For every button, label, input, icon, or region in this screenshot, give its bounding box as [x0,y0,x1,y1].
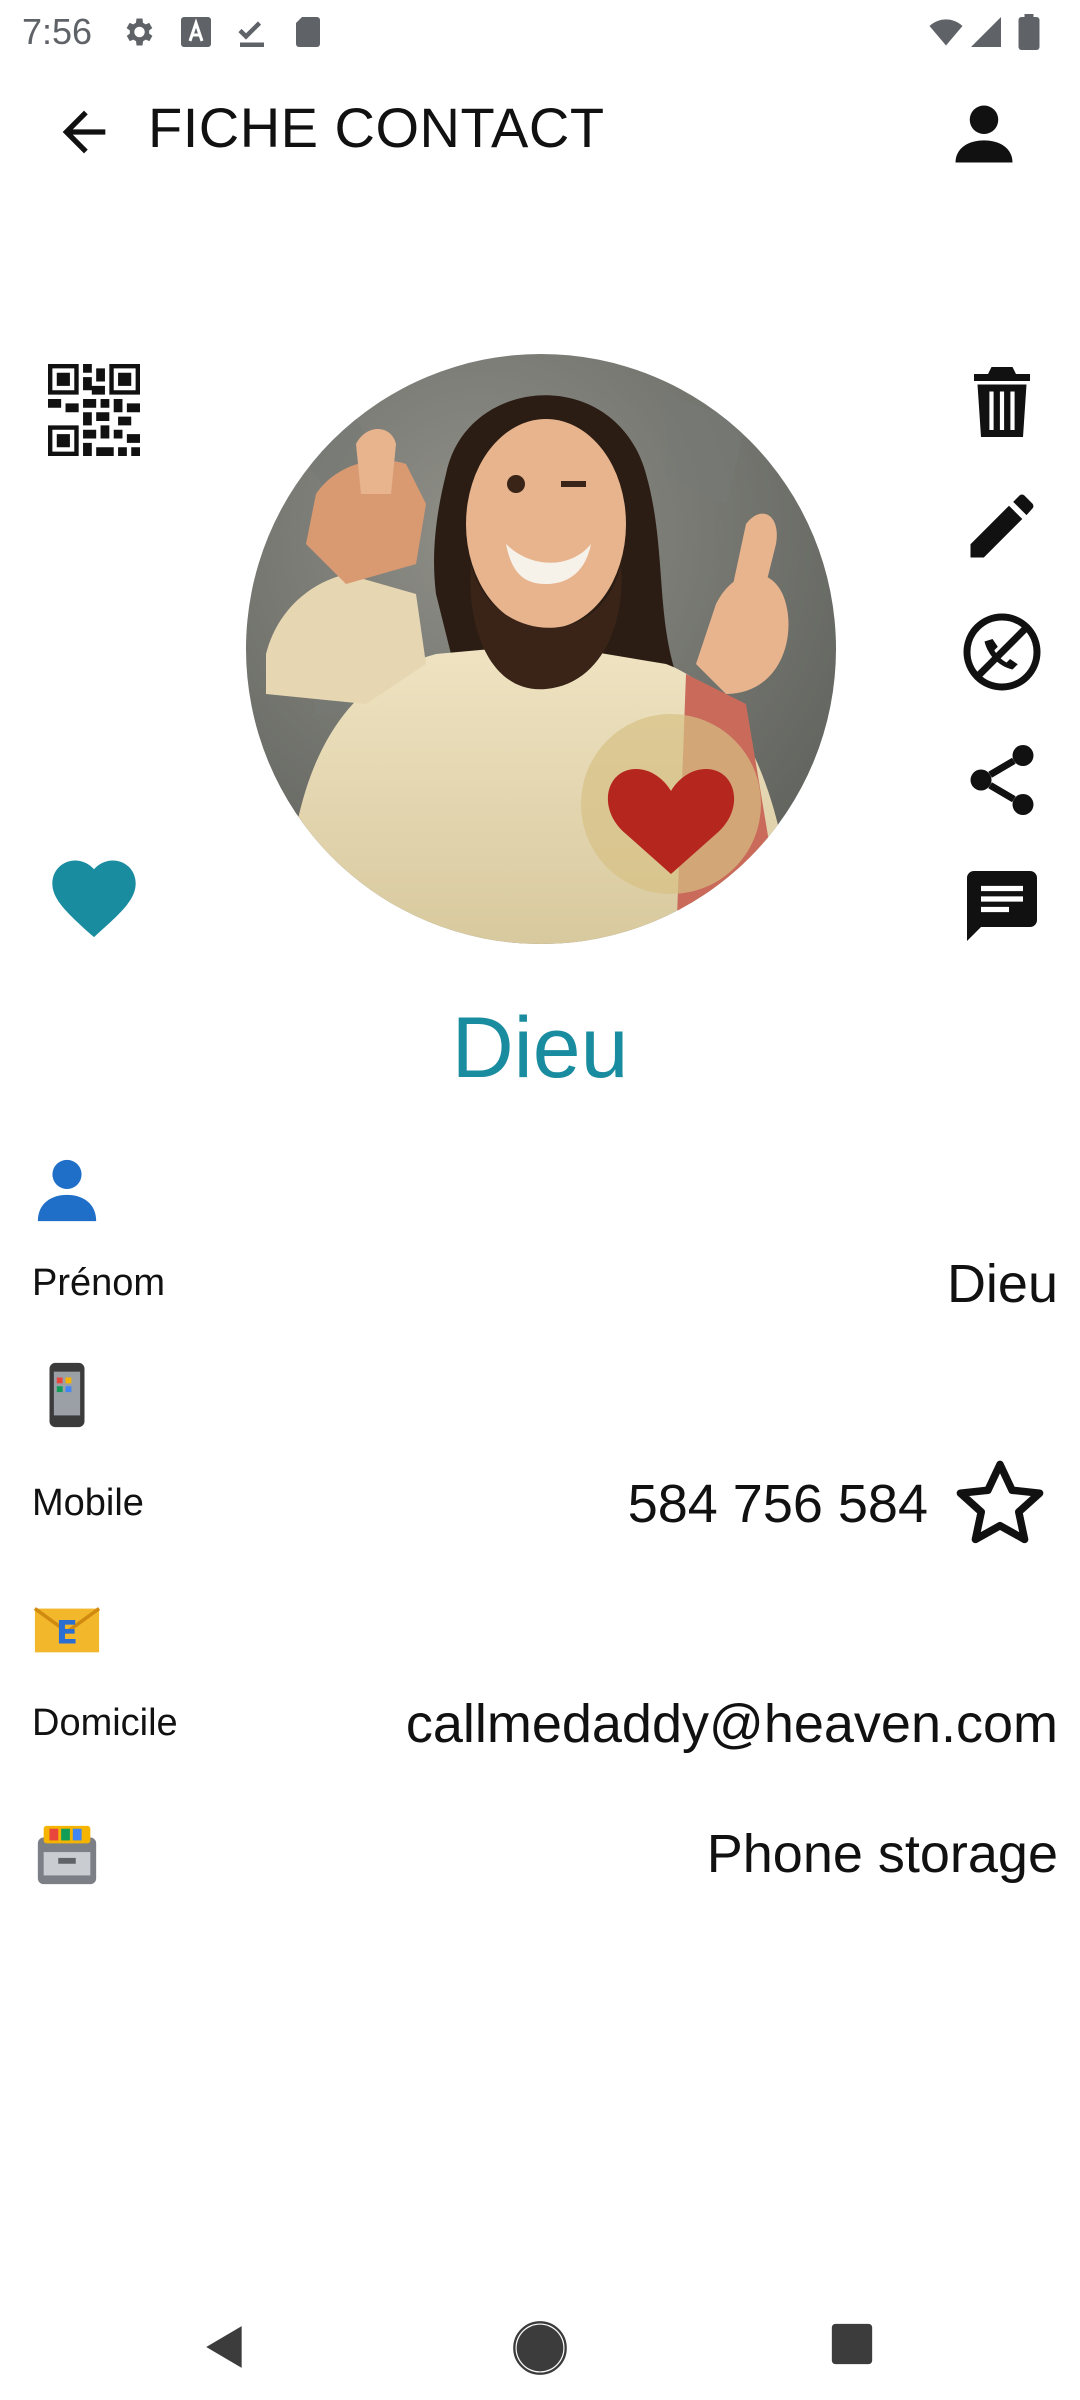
heart-icon[interactable] [44,848,144,948]
mobile-value[interactable]: 584 756 584 [628,1472,928,1536]
page-title: FICHE CONTACT [148,96,605,159]
mobile-label: Mobile [32,1482,144,1524]
navigation-bar [0,2290,1080,2400]
app-bar: FICHE CONTACT [0,60,1080,200]
back-triangle-icon[interactable] [200,2322,250,2372]
recents-square-icon[interactable] [830,2322,874,2366]
text-a-icon [181,17,211,47]
status-time: 7:56 [22,11,93,52]
home-circle-icon[interactable] [512,2320,568,2376]
share-icon[interactable] [960,738,1044,822]
settings-icon [126,18,153,46]
edit-icon[interactable] [960,484,1044,568]
person-emoji-icon [37,1159,97,1222]
star-outline-icon[interactable] [950,1454,1050,1554]
email-emoji-icon: E [33,1607,101,1653]
file-cabinet-emoji-icon [37,1825,97,1885]
wifi-icon [929,19,963,46]
battery-icon [1018,14,1040,50]
email-label: Domicile [32,1702,178,1744]
delete-icon[interactable] [960,360,1044,444]
contact-name: Dieu [451,1000,629,1096]
call-blocked-icon[interactable] [960,610,1044,694]
svg-text:E: E [56,1614,78,1652]
contact-avatar [246,354,836,944]
download-done-icon [238,21,264,47]
signal-icon [971,17,1001,47]
qr-code-icon[interactable] [48,364,140,456]
first-name-value: Dieu [946,1254,1058,1314]
message-icon[interactable] [960,864,1044,948]
first-name-label: Prénom [32,1262,166,1304]
status-bar: 7:56 [0,0,1080,60]
storage-value: Phone storage [706,1824,1058,1884]
email-value[interactable]: callmedaddy@heaven.com [406,1692,1058,1756]
arrow-back-icon[interactable] [52,100,116,164]
avatar-image [246,354,836,944]
mobile-phone-emoji-icon [49,1362,85,1428]
person-icon[interactable] [946,96,1022,172]
sd-card-icon [296,17,320,47]
